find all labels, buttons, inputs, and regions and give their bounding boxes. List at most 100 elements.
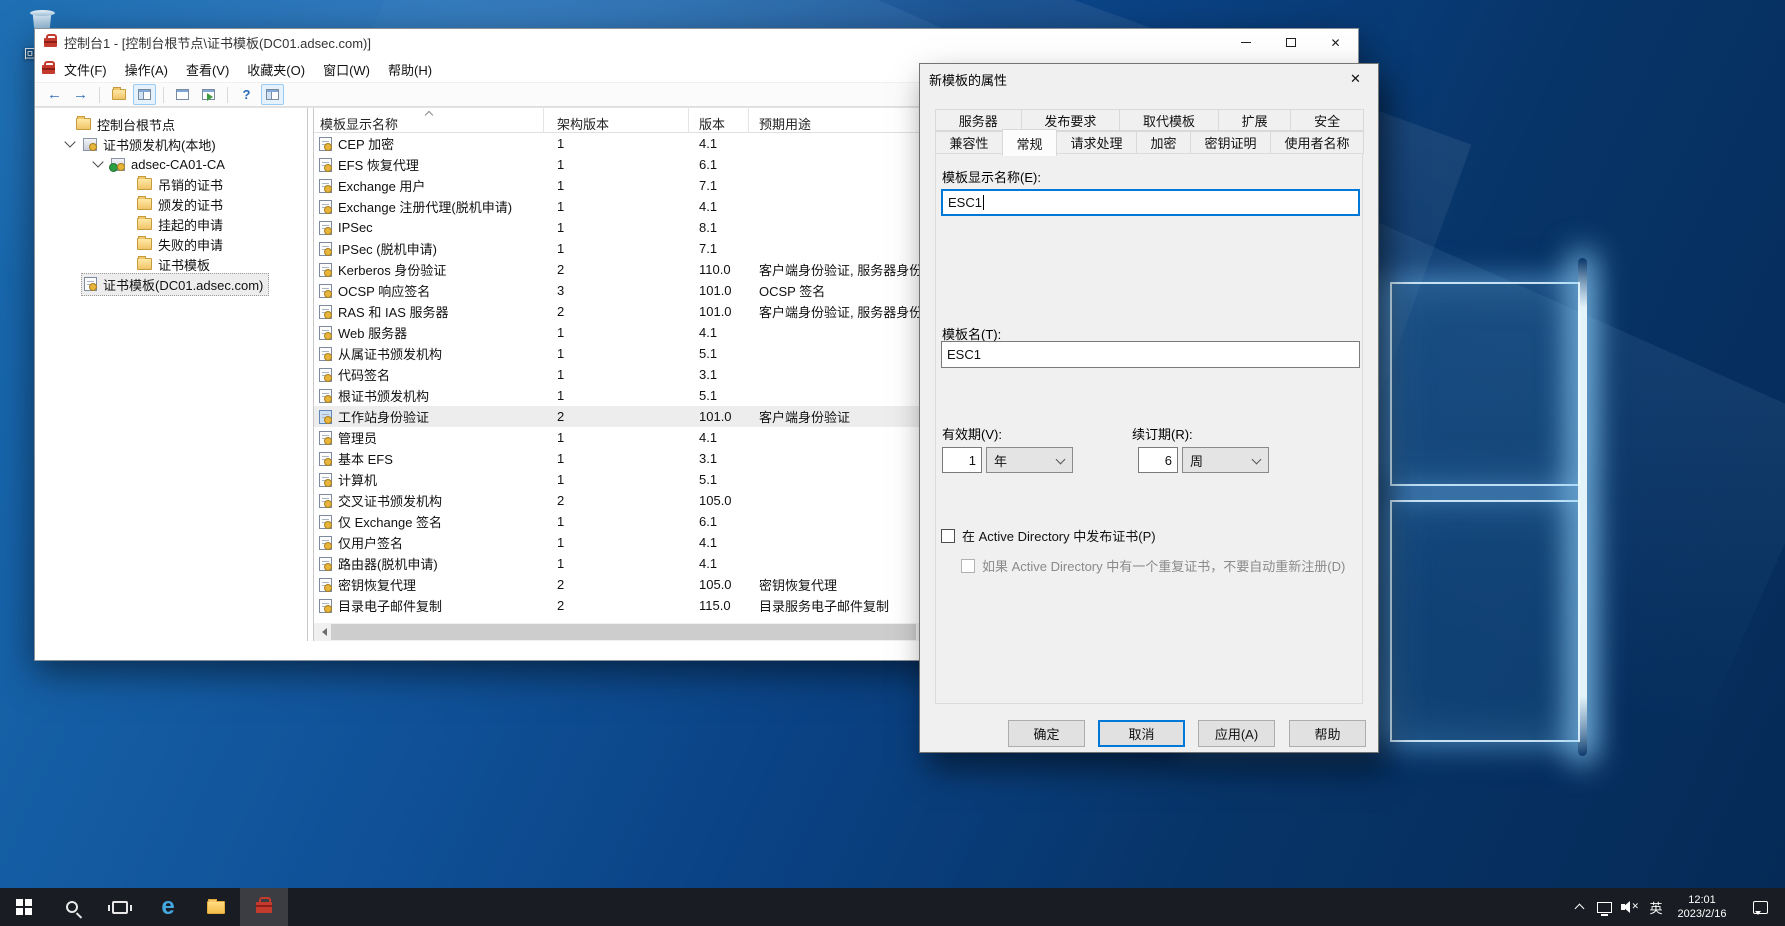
column-header-version[interactable]: 版本 [689,108,749,132]
certificate-template-icon [319,599,332,613]
tree-item[interactable]: 控制台根节点 [35,114,307,134]
dialog-tab[interactable]: 密钥证明 [1190,131,1271,154]
template-name-cell: 从属证书颁发机构 [314,344,544,363]
action-center-button[interactable] [1735,888,1785,926]
tree-item[interactable]: 证书颁发机构(本地) [35,134,307,154]
publish-in-ad-checkbox[interactable] [941,529,955,543]
validity-unit-dropdown[interactable]: 年 [986,447,1073,473]
dialog-tab[interactable]: 扩展 [1218,109,1292,131]
cancel-button[interactable]: 取消 [1098,720,1185,747]
dialog-tab[interactable]: 请求处理 [1056,131,1137,154]
version-cell: 5.1 [689,346,749,361]
forward-button[interactable]: → [69,84,92,105]
renewal-unit-dropdown[interactable]: 周 [1182,447,1269,473]
taskbar-clock[interactable]: 12:01 2023/2/16 [1669,888,1735,926]
no-reenroll-label: 如果 Active Directory 中有一个重复证书，不要自动重新注册(D) [982,556,1345,575]
chevron-expanded-icon [64,136,75,147]
task-view-button[interactable] [96,888,144,926]
template-name-input[interactable]: ESC1 [941,341,1360,368]
folder-icon [137,178,152,190]
dialog-tab[interactable]: 加密 [1136,131,1191,154]
show-action-pane-toggle[interactable] [261,84,284,105]
schema-version-cell: 1 [544,514,689,529]
template-display-name-value: ESC1 [948,195,982,210]
show-hidden-icons-button[interactable] [1567,888,1591,926]
ok-button[interactable]: 确定 [1008,720,1085,747]
tree-item[interactable]: 颁发的证书 [35,194,307,214]
template-name-cell: 目录电子邮件复制 [314,596,544,615]
template-name: 基本 EFS [338,449,393,468]
export-list-icon [202,89,215,100]
dialog-title: 新模板的属性 [929,70,1007,89]
tree-item[interactable]: adsec-CA01-CA [35,154,307,174]
version-cell: 3.1 [689,451,749,466]
version-cell: 7.1 [689,178,749,193]
column-header-template-name[interactable]: 模板显示名称 [314,108,544,132]
tab-row-2: 兼容性常规请求处理加密密钥证明使用者名称 [935,131,1363,154]
tree-item-box: 证书颁发机构(本地) [80,133,222,156]
menu-item[interactable]: 窗口(W) [314,56,379,83]
dialog-tab[interactable]: 常规 [1002,129,1057,156]
properties-button[interactable] [171,84,194,105]
version-cell: 5.1 [689,472,749,487]
dialog-tab[interactable]: 兼容性 [935,131,1003,154]
ime-language-indicator[interactable]: 英 [1643,888,1669,926]
menu-item[interactable]: 查看(V) [177,56,238,83]
tree-item[interactable]: 证书模板(DC01.adsec.com) [35,274,307,294]
close-button[interactable]: ✕ [1313,29,1358,56]
menu-item[interactable]: 文件(F) [55,56,116,83]
certificate-template-icon [319,137,332,151]
dialog-tab[interactable]: 取代模板 [1119,109,1219,131]
validity-period-input[interactable]: 1 [942,447,982,473]
taskbar-edge-button[interactable]: e [144,888,192,926]
no-reenroll-checkbox[interactable] [961,559,975,573]
apply-button[interactable]: 应用(A) [1198,720,1275,747]
dialog-tab[interactable]: 安全 [1290,109,1364,131]
renewal-period-input[interactable]: 6 [1138,447,1178,473]
template-name: RAS 和 IAS 服务器 [338,302,449,321]
tree-item[interactable]: 挂起的申请 [35,214,307,234]
start-button[interactable] [0,888,48,926]
back-button[interactable]: ← [43,84,66,105]
menu-item[interactable]: 帮助(H) [379,56,441,83]
version-cell: 4.1 [689,199,749,214]
menu-item[interactable]: 操作(A) [116,56,177,83]
dialog-tab[interactable]: 使用者名称 [1270,131,1364,154]
export-list-button[interactable] [197,84,220,105]
taskbar-file-explorer-button[interactable] [192,888,240,926]
version-cell: 6.1 [689,514,749,529]
version-cell: 8.1 [689,220,749,235]
mmc-console-icon [256,902,272,913]
minimize-button[interactable] [1223,29,1268,56]
tree-item[interactable]: 证书模板 [35,254,307,274]
volume-muted-tray-icon[interactable]: ✕ [1617,888,1643,926]
template-name-cell: 仅用户签名 [314,533,544,552]
toolbar-separator [99,87,100,103]
taskbar-search-button[interactable] [48,888,96,926]
tree-item[interactable]: 吊销的证书 [35,174,307,194]
dialog-close-button[interactable]: ✕ [1333,64,1378,94]
template-display-name-input[interactable]: ESC1 [941,189,1360,216]
pane-splitter[interactable] [307,108,314,641]
scroll-left-button[interactable] [314,623,331,641]
maximize-button[interactable] [1268,29,1313,56]
window-titlebar[interactable]: 控制台1 - [控制台根节点\证书模板(DC01.adsec.com)] ✕ [35,29,1358,56]
help-button[interactable]: ? [235,84,258,105]
dialog-tab[interactable]: 服务器 [935,109,1022,131]
tree-item[interactable]: 失败的申请 [35,234,307,254]
chevron-up-icon [1574,904,1584,914]
show-console-tree-toggle[interactable] [133,84,156,105]
taskbar-mmc-button[interactable] [240,888,288,926]
up-one-level-button[interactable] [107,84,130,105]
column-header-schema-version[interactable]: 架构版本 [544,108,689,132]
menu-item[interactable]: 收藏夹(O) [238,56,314,83]
certificate-template-icon [319,158,332,172]
dialog-tab[interactable]: 发布要求 [1021,109,1121,131]
dialog-titlebar[interactable]: 新模板的属性 [920,64,1378,94]
wallpaper-light-beam [1578,258,1587,756]
help-button-dialog[interactable]: 帮助 [1289,720,1366,747]
template-name-cell: Web 服务器 [314,323,544,342]
scrollbar-thumb[interactable] [331,624,916,640]
template-name: Exchange 注册代理(脱机申请) [338,197,512,216]
network-tray-icon[interactable] [1591,888,1617,926]
